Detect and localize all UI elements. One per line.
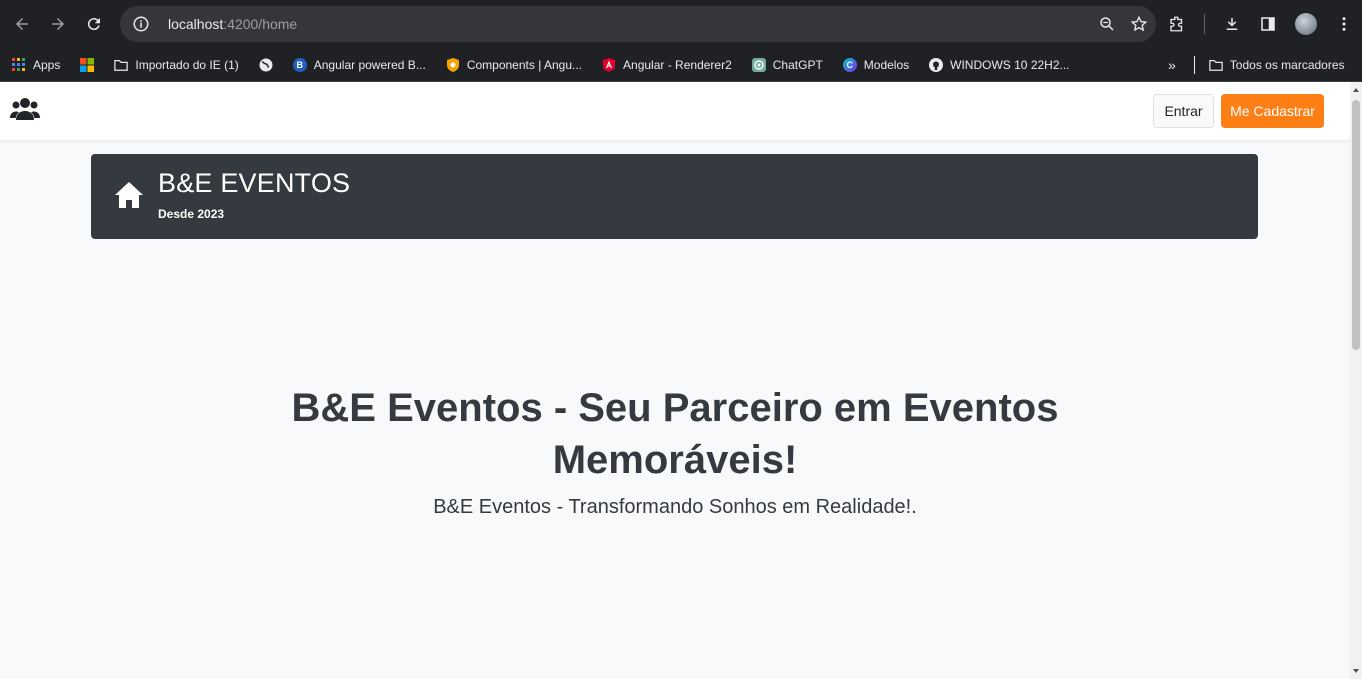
login-button[interactable]: Entrar [1153,94,1214,128]
bookmark-all-folder[interactable]: Todos os marcadores [1209,58,1345,72]
banner-title: B&E EVENTOS [158,168,351,198]
site-info-icon[interactable] [132,15,150,33]
bookmark-label: Todos os marcadores [1229,58,1345,72]
url-host: localhost [168,16,224,32]
bookmark-windows10[interactable]: WINDOWS 10 22H2... [929,57,1070,72]
profile-avatar[interactable] [1295,13,1317,35]
forward-button[interactable] [40,6,76,42]
bookmark-angular-renderer2[interactable]: Angular - Renderer2 [602,57,732,72]
bookmark-label: Components | Angu... [466,57,583,72]
microsoft-logo-icon [80,57,95,72]
browser-toolbar: localhost:4200/home [0,0,1362,48]
bookmark-components[interactable]: Components | Angu... [446,57,583,72]
back-button[interactable] [4,6,40,42]
extensions-puzzle-icon[interactable] [1168,15,1186,33]
bookmark-modelos[interactable]: C Modelos [842,57,910,72]
shield-icon [446,57,460,72]
download-icon[interactable] [1223,15,1241,33]
bookmarks-divider [1193,56,1195,74]
reload-icon [87,18,100,31]
canva-icon: C [842,57,857,72]
page-viewport: Entrar Me Cadastrar B&E EVENTOS Desde 20… [0,82,1350,679]
bookmark-label: ChatGPT [772,57,823,72]
bookmark-folder-ie[interactable]: Importado do IE (1) [114,57,239,72]
bookmark-chatgpt[interactable]: ChatGPT [751,57,823,72]
users-group-icon[interactable] [10,96,40,122]
bookmark-label: WINDOWS 10 22H2... [950,57,1070,72]
more-bookmarks-chevron-icon[interactable]: » [1168,57,1176,73]
bookmark-label: Apps [33,57,61,72]
address-bar[interactable]: localhost:4200/home [120,6,1156,42]
angular-icon [602,57,616,72]
scroll-down-arrow-icon[interactable] [1353,669,1359,673]
chatgpt-icon [751,57,766,72]
github-icon [929,57,944,72]
page-scrollbar[interactable] [1350,82,1362,679]
side-panel-icon[interactable] [1259,15,1277,33]
hero-subtitle: B&E Eventos - Transformando Sonhos em Re… [433,496,917,518]
bookmark-microsoft[interactable] [80,57,95,72]
star-bookmark-icon[interactable] [1130,15,1148,33]
bookmark-angular-powered[interactable]: B Angular powered B... [292,57,426,72]
url-path: :4200/home [223,16,298,32]
bookmark-label: Angular powered B... [313,57,426,72]
banner-subtitle: Desde 2023 [158,207,225,221]
globe-icon [259,58,273,72]
zoom-icon[interactable] [1098,15,1116,33]
folder-icon [114,58,129,72]
url-text[interactable]: localhost:4200/home [168,16,297,32]
site-navbar: Entrar Me Cadastrar [0,82,1350,140]
bookmarks-bar: Apps Importado do IE (1) B Angular power… [0,48,1362,82]
page-header-banner: B&E EVENTOS Desde 2023 [91,154,1258,239]
arrow-left-icon [16,18,28,30]
kebab-menu-icon[interactable] [1335,15,1353,33]
hero-title: B&E Eventos - Seu Parceiro em Eventos Me… [291,386,1059,482]
bookmark-label: Importado do IE (1) [135,57,239,72]
bookmark-label: Modelos [863,57,910,72]
bootstrap-b-icon: B [292,57,307,72]
apps-grid-icon [12,57,26,72]
home-icon [115,182,143,208]
reload-button[interactable] [76,6,112,42]
arrow-right-icon [52,18,64,30]
bookmark-globe[interactable] [259,58,273,72]
scroll-up-arrow-icon[interactable] [1353,88,1359,92]
signup-button[interactable]: Me Cadastrar [1221,94,1324,128]
toolbar-divider [1204,14,1205,34]
bookmark-label: Angular - Renderer2 [623,57,732,72]
bookmark-apps[interactable]: Apps [12,57,61,72]
folder-icon [1209,58,1223,72]
scrollbar-thumb[interactable] [1352,100,1360,350]
